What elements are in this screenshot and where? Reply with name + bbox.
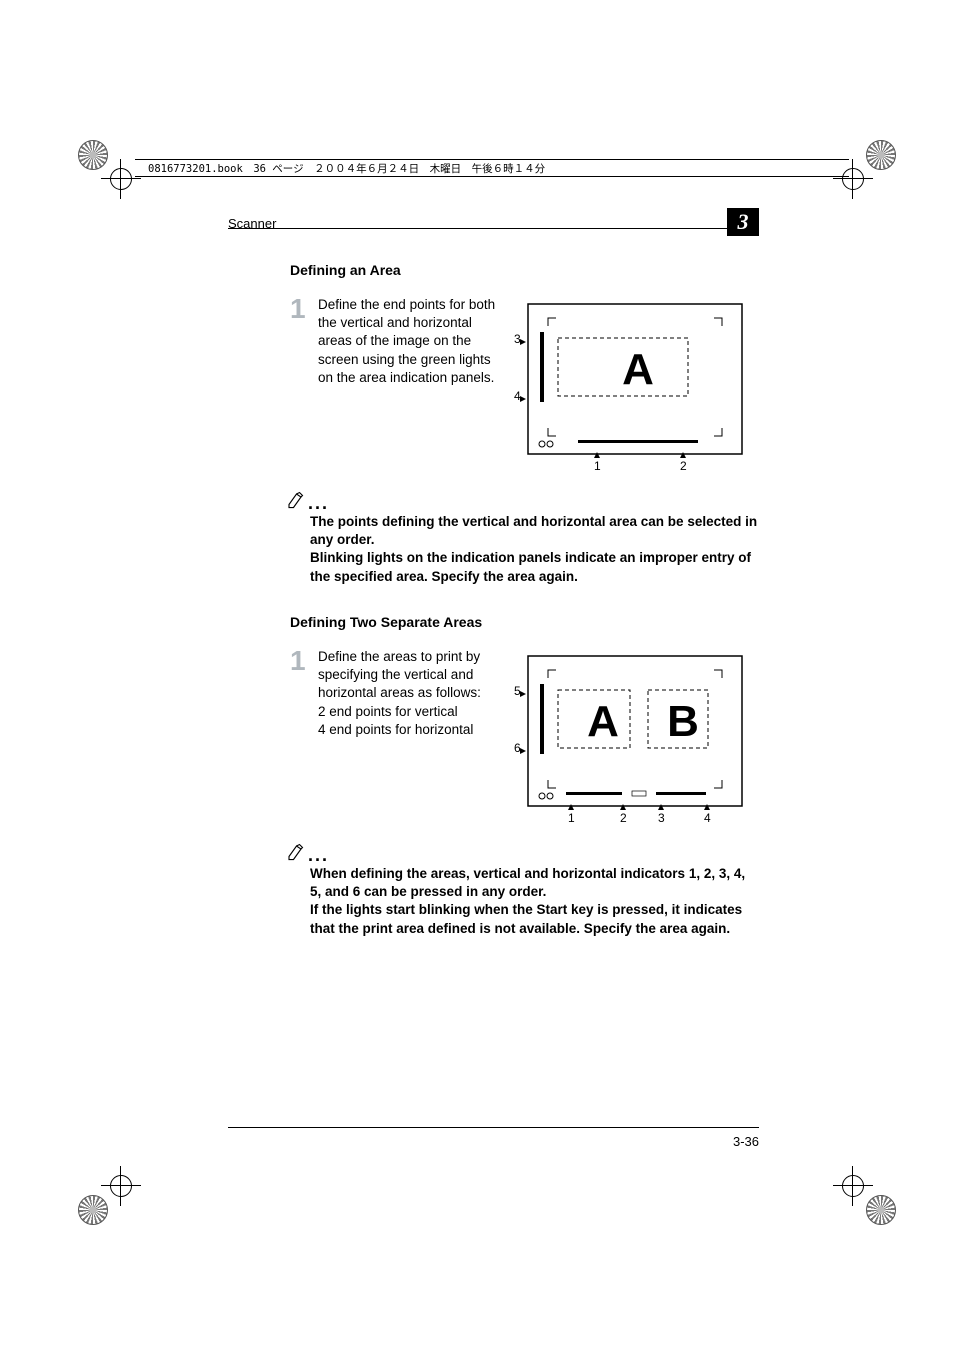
note-text-2: When defining the areas, vertical and ho… — [310, 865, 759, 938]
figure-single-area: A 3 4 1 2 — [508, 296, 759, 471]
crop-mark-br — [836, 1165, 896, 1225]
header-rule-top — [135, 159, 849, 160]
mark-5: 5 — [514, 684, 521, 698]
crop-mark-tr — [836, 140, 896, 200]
page-number: 3-36 — [733, 1134, 759, 1149]
note-dots-2: ... — [308, 849, 329, 861]
mark-4: 4 — [514, 389, 521, 403]
heading-defining-area: Defining an Area — [290, 262, 759, 278]
header-rule-bottom — [135, 176, 849, 177]
mark-1: 1 — [594, 459, 601, 471]
note-icon-2 — [286, 843, 304, 861]
area-label-a: A — [622, 345, 654, 394]
mark-b3: 3 — [658, 811, 665, 823]
mark-b1: 1 — [568, 811, 575, 823]
note-dots: ... — [308, 497, 329, 509]
mark-b2: 2 — [620, 811, 627, 823]
note-text-1: The points defining the vertical and hor… — [310, 513, 759, 586]
figure-two-areas: A B 5 6 1 2 3 4 — [508, 648, 759, 823]
step-text: Define the end points for both the verti… — [318, 296, 498, 387]
step-text-2: Define the areas to print by specifying … — [318, 648, 498, 739]
crop-mark-bl — [78, 1165, 138, 1225]
heading-two-areas: Defining Two Separate Areas — [290, 614, 759, 630]
mark-3: 3 — [514, 332, 521, 346]
step-number-2: 1 — [290, 648, 308, 673]
crop-mark-tl — [78, 140, 138, 200]
footer-rule — [228, 1127, 759, 1128]
step-number: 1 — [290, 296, 308, 321]
mark-2: 2 — [680, 459, 687, 471]
chapter-number: 3 — [727, 208, 759, 236]
section-underline — [228, 228, 759, 229]
note-icon — [286, 491, 304, 509]
area-label-a2: A — [587, 697, 619, 746]
header-filename: 0816773201.book 36 ページ ２００４年６月２４日 木曜日 午後… — [148, 161, 545, 176]
area-label-b: B — [667, 697, 699, 746]
mark-6: 6 — [514, 741, 521, 755]
mark-b4: 4 — [704, 811, 711, 823]
